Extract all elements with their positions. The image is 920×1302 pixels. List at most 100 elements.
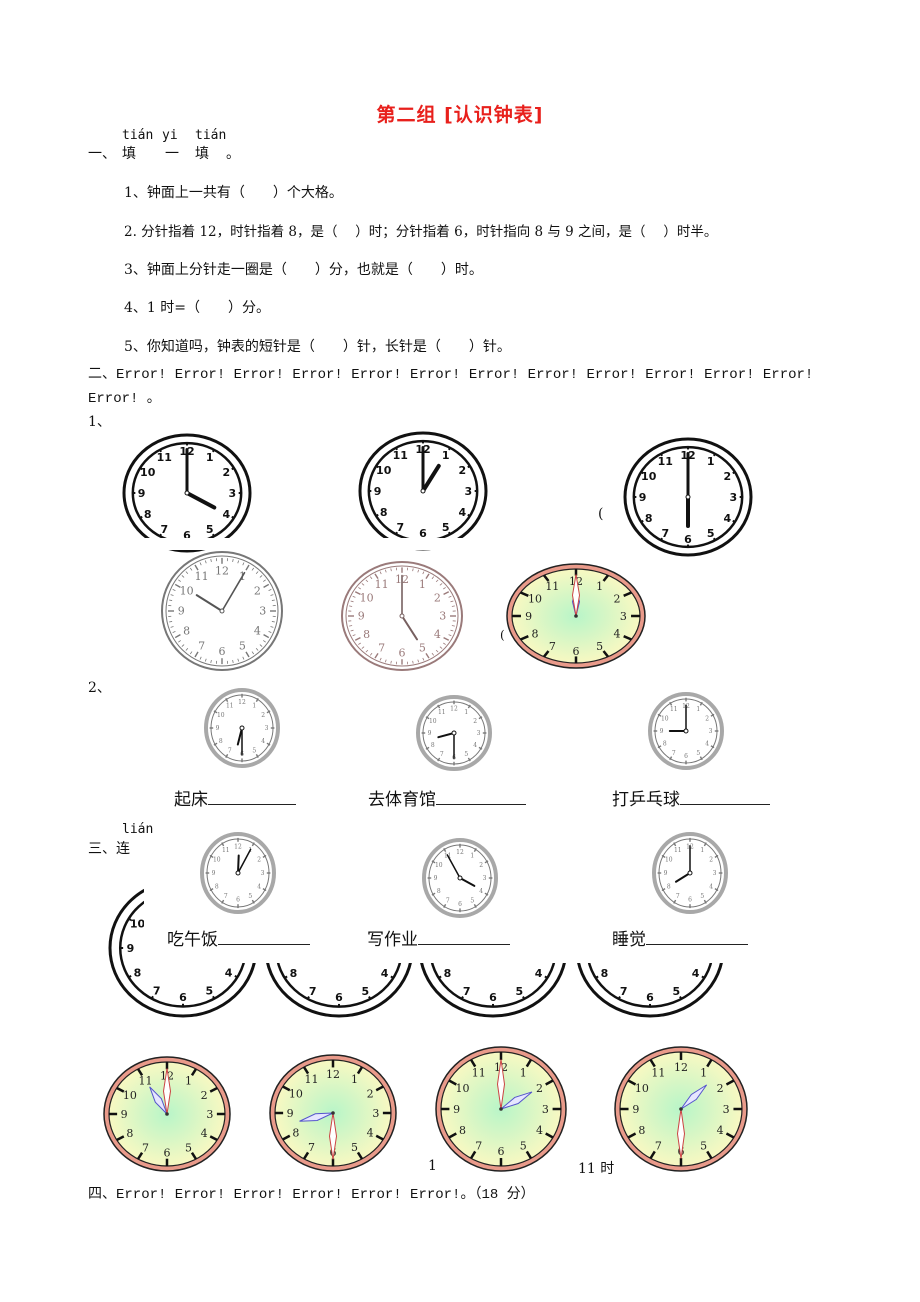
clock-number: 6 [688,897,692,904]
answer-blank[interactable] [436,803,526,805]
clock-number: 10 [217,712,225,719]
pinyin-tian-2: tián [195,128,227,143]
activity-label: 打乒乓球 [612,790,680,810]
clock-number: 1 [185,1075,192,1088]
clock-number: 4 [225,966,233,979]
activity-item: 写作业 [367,925,510,950]
clock-number: 4 [535,967,543,980]
clock-number: 4 [434,628,441,641]
answer-blank[interactable] [418,943,510,945]
clock-number: 8 [601,967,609,980]
clock-center [331,1111,335,1115]
section1-heading-char: 填 [195,146,209,162]
clock-face-activity-homework: 123456789101112 [422,838,498,918]
clock-number: 11 [393,449,408,462]
clock-number: 9 [660,728,664,735]
clock-number: 8 [380,506,388,519]
clock-tick [617,996,621,1000]
clock-number: 8 [134,966,142,979]
clock-face-1-oclock: 123456789101112 [358,431,488,551]
clock-number: 7 [440,751,444,758]
paren-mark: ( [598,506,604,522]
answer-blank[interactable] [680,803,770,805]
clock-tick [234,974,238,979]
clock-number: 4 [614,627,621,640]
clock-tick [595,975,599,979]
clock-number: 11 [157,451,172,464]
activity-item: 起床 [174,785,296,810]
clock-tick [159,449,163,453]
clock-tick [139,515,143,519]
clock-tick [231,467,235,471]
clock-center [451,730,457,736]
clock-number: 1 [252,703,256,710]
clock-number: 2 [536,1082,543,1095]
clock-number: 5 [248,893,252,900]
clock-number: 7 [308,1141,315,1154]
clock-number: 5 [520,1140,527,1153]
clock-number: 1 [700,1066,707,1079]
section1-heading-char: 填 [122,146,136,162]
activity-item: 去体育馆 [368,785,526,810]
clock-number: 11 [226,703,234,710]
clock-center [683,728,689,734]
clock-number: 9 [138,487,146,500]
clock-number: 5 [239,639,246,652]
clock-number: 3 [713,870,717,877]
clock-face-sketch-pink: 1234567891011 12 [341,561,463,671]
answer-blank[interactable] [646,943,748,945]
clock-number: 6 [458,901,462,908]
clock-number: 5 [205,984,213,997]
answer-blank[interactable] [218,943,310,945]
paren-mark-2: ( [500,628,505,642]
clock-number: 5 [442,521,450,534]
clock-center [399,613,405,619]
clock-number: 5 [515,985,523,998]
clock-number: 3 [265,725,269,732]
clock-tick [451,625,455,627]
clock-number: 4 [692,967,700,980]
section2-heading: 二、Error! Error! Error! Error! Error! Err… [88,367,814,383]
clock-number: 3 [229,487,237,500]
clock-number: 6 [684,533,692,546]
clock-face-activity-lunch: 123456789101112 [200,832,276,914]
clock-number: 8 [215,883,219,890]
clock-number: 10 [376,464,392,477]
clock-number: 2 [479,862,483,869]
clock-tick [159,533,163,537]
clock-number: 8 [183,625,190,638]
clock-tick [660,537,664,541]
clock-tick [640,471,644,475]
clock-number: 11 [222,847,230,854]
clock-number: 11 [472,1066,486,1079]
subsection-1-label: 1、 [88,414,111,430]
clock-tick [211,449,215,453]
clock-number: 11 [305,1073,319,1086]
clock-number: 6 [573,645,580,658]
answer-blank[interactable] [208,803,296,805]
clock-number: 10 [123,1089,137,1102]
clock-number: 4 [473,742,477,749]
clock-center [184,490,190,496]
clock-tick [390,975,394,979]
clock-number: 4 [536,1124,543,1137]
section1-heading-end: 。 [226,146,240,162]
clock-number: 1 [206,451,214,464]
clock-number: 4 [479,888,483,895]
clock-number: 2 [367,1087,374,1100]
clock-number: 11 [674,847,682,854]
clock-tick [447,531,451,535]
clock-tick [732,471,736,475]
clock-tick [368,996,372,1000]
clock-number: 2 [614,593,621,606]
subsection-2-label: 2、 [88,680,111,696]
activity-label: 睡觉 [612,930,646,950]
clock-number: 12 [450,706,458,713]
clock-number: 6 [684,753,688,760]
clock-tick [231,515,235,519]
section2-heading-cont: Error! 。 [88,391,161,407]
clock-number: 4 [723,512,731,525]
clock-number: 2 [261,712,265,719]
clock-center [219,608,225,614]
clock-number: 5 [707,527,715,540]
